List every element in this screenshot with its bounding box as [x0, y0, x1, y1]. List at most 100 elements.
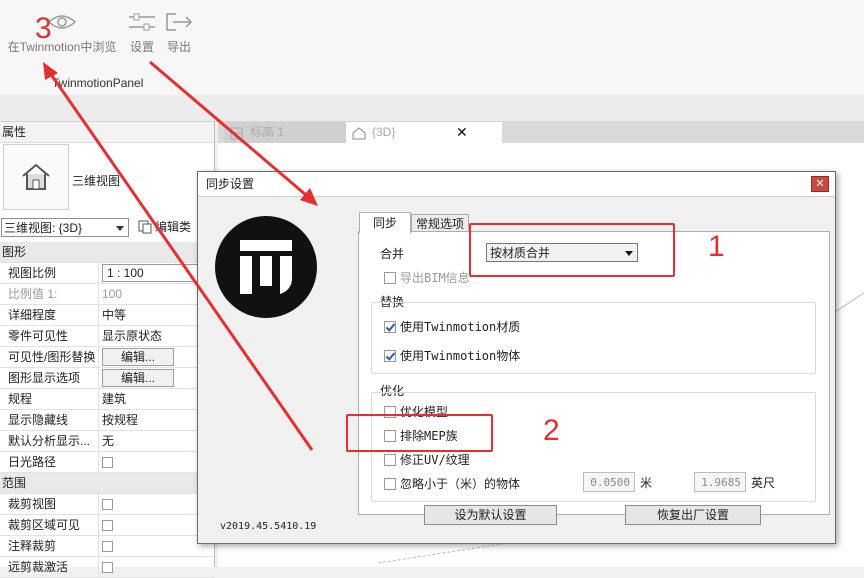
property-row: 远剪裁激活: [0, 557, 214, 578]
use-objects-label: 使用Twinmotion物体: [400, 349, 521, 363]
property-key: 零件可见性: [0, 326, 99, 346]
feet-input[interactable]: 1.9685: [694, 472, 746, 492]
property-row: 比例值 1: 100: [0, 284, 214, 305]
tab-3d-label: {3D}: [372, 125, 396, 139]
settings-button[interactable]: 设置: [124, 8, 160, 55]
house-icon: [22, 163, 50, 190]
step-number-3: 3: [35, 12, 52, 45]
sliders-icon: [124, 8, 160, 36]
view-in-twinmotion-button[interactable]: 在Twinmotion中浏览: [4, 8, 120, 55]
fix-uv-label: 修正UV/纹理: [400, 453, 470, 467]
restore-factory-button[interactable]: 恢复出厂设置: [625, 505, 761, 525]
highlight-merge-select: [469, 223, 675, 277]
export-bim-box[interactable]: [384, 271, 396, 284]
export-bim-label: 导出BIM信息: [400, 271, 470, 285]
use-materials-label: 使用Twinmotion材质: [400, 320, 521, 334]
close-icon[interactable]: ✕: [811, 176, 829, 192]
use-materials-box[interactable]: [384, 320, 396, 333]
close-icon[interactable]: ✕: [456, 122, 468, 143]
property-key: 日光路径: [0, 452, 99, 472]
properties-table: 图形 视图比例 1 : 100 比例值 1: 100 详细程度 中等 零件可见性 显示原状态 可见…: [0, 242, 214, 578]
property-key: 范围: [2, 476, 27, 490]
properties-palette: 属性 三维视图 三维视图: {3D} 编辑类 图形 视图比例 1 : 100 比例值 …: [0, 122, 215, 578]
ribbon-strip: [0, 95, 864, 122]
step-number-1: 1: [708, 230, 725, 263]
property-row: 零件可见性 显示原状态: [0, 326, 214, 347]
property-key: 规程: [0, 389, 99, 409]
merge-label: 合并: [380, 247, 405, 261]
property-row: 图形显示选项 编辑...: [0, 368, 214, 389]
property-group-header[interactable]: 图形: [0, 242, 214, 263]
property-row: 默认分析显示... 无: [0, 431, 214, 452]
ribbon: 在Twinmotion中浏览 设置 导出 TwinmotionPanel: [0, 0, 864, 96]
meters-unit: 米: [640, 476, 653, 490]
property-checkbox[interactable]: [102, 457, 113, 469]
tab-sync[interactable]: 同步: [359, 212, 411, 233]
property-edit-button[interactable]: 编辑...: [102, 369, 175, 387]
type-selector[interactable]: 三维视图: {3D}: [1, 218, 129, 237]
property-group-header[interactable]: 范围: [0, 473, 214, 494]
type-selector-value: 三维视图: {3D}: [4, 221, 83, 235]
property-key: 裁剪视图: [0, 494, 99, 514]
export-icon: [162, 8, 196, 36]
type-preview: [3, 144, 69, 210]
step-number-2: 2: [543, 414, 560, 447]
property-row: 详细程度 中等: [0, 305, 214, 326]
property-row: 规程 建筑: [0, 389, 214, 410]
use-twinmotion-materials-checkbox[interactable]: 使用Twinmotion材质: [384, 318, 520, 335]
meters-input[interactable]: 0.0500: [583, 472, 635, 492]
property-row: 视图比例 1 : 100: [0, 263, 214, 284]
property-key: 显示隐藏线: [0, 410, 99, 430]
property-row: 注释裁剪: [0, 536, 214, 557]
view-in-twinmotion-label: 在Twinmotion中浏览: [7, 40, 117, 54]
edit-type-label: 编辑类: [155, 220, 192, 234]
type-name: 三维视图: [72, 174, 121, 188]
property-key: 裁剪区域可见: [0, 515, 99, 535]
property-edit-button[interactable]: 编辑...: [102, 348, 175, 366]
export-button[interactable]: 导出: [162, 8, 196, 55]
fix-uv-box[interactable]: [384, 453, 396, 466]
export-label: 导出: [166, 40, 191, 54]
property-key: 默认分析显示...: [0, 431, 99, 451]
set-default-button[interactable]: 设为默认设置: [424, 505, 557, 525]
settings-label: 设置: [129, 40, 154, 54]
ignore-small-objects-checkbox[interactable]: 忽略小于（米）的物体: [384, 475, 520, 492]
use-twinmotion-objects-checkbox[interactable]: 使用Twinmotion物体: [384, 347, 520, 364]
property-value: [99, 557, 214, 577]
property-key: 注释裁剪: [0, 536, 99, 556]
ignore-small-label: 忽略小于（米）的物体: [400, 477, 521, 491]
edit-type-button[interactable]: 编辑类: [138, 218, 191, 235]
property-checkbox[interactable]: [102, 541, 113, 553]
view-tab-bar: 标高 1 {3D} ✕: [218, 122, 864, 143]
tab-level-1-label: 标高 1: [250, 125, 285, 139]
fix-uv-checkbox[interactable]: 修正UV/纹理: [384, 451, 470, 468]
version-label: v2019.45.5410.19: [220, 521, 317, 532]
property-row: 日光路径: [0, 452, 214, 473]
properties-header: 属性: [0, 122, 214, 143]
ignore-small-box[interactable]: [384, 477, 396, 490]
dialog-title-bar: 同步设置 ✕: [198, 172, 835, 197]
property-row: 裁剪区域可见: [0, 515, 214, 536]
twinmotion-logo: [215, 216, 317, 318]
chevron-down-icon: [116, 226, 124, 231]
feet-unit: 英尺: [751, 476, 776, 490]
property-row: 可见性/图形替换 编辑...: [0, 347, 214, 368]
property-checkbox[interactable]: [102, 499, 113, 511]
property-key: 可见性/图形替换: [0, 347, 99, 367]
use-objects-box[interactable]: [384, 349, 396, 362]
view-scale-input[interactable]: 1 : 100: [102, 264, 198, 282]
eye-icon: [4, 8, 120, 36]
property-key: 图形: [2, 245, 27, 259]
tab-3d[interactable]: {3D} ✕: [346, 122, 502, 143]
edit-type-icon: [138, 220, 152, 233]
dialog-title: 同步设置: [206, 177, 255, 191]
highlight-exclude-mep: [346, 414, 493, 452]
property-checkbox[interactable]: [102, 562, 113, 574]
property-key: 远剪裁激活: [0, 557, 99, 577]
property-row: 显示隐藏线 按规程: [0, 410, 214, 431]
property-checkbox[interactable]: [102, 520, 113, 532]
export-bim-checkbox[interactable]: 导出BIM信息: [384, 269, 470, 286]
property-key: 比例值 1:: [0, 284, 99, 304]
property-row: 裁剪视图: [0, 494, 214, 515]
property-key: 视图比例: [0, 263, 99, 283]
